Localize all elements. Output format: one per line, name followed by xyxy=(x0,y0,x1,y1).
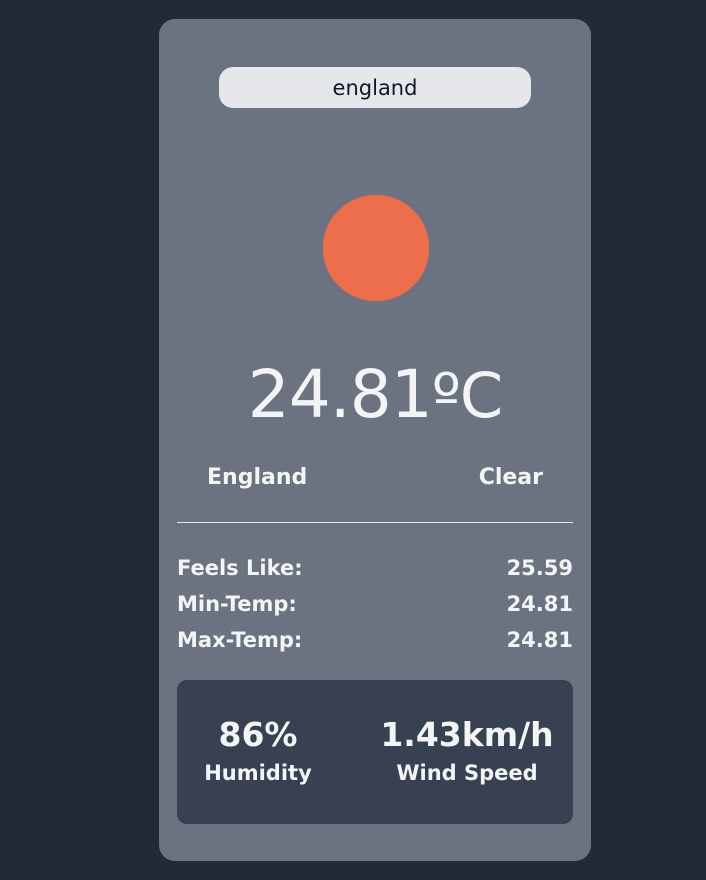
wind-speed-metric: 1.43km/h Wind Speed xyxy=(377,714,557,788)
max-temp-label: Max-Temp: xyxy=(177,628,303,652)
location-name: England xyxy=(207,464,308,490)
humidity-label: Humidity xyxy=(204,761,312,785)
temperature-value: 24.81 xyxy=(247,356,433,433)
divider xyxy=(177,522,573,523)
feels-like-row: Feels Like: 25.59 xyxy=(177,551,573,587)
min-temp-value: 24.81 xyxy=(506,592,573,616)
app-background: 24.81ºC England Clear Feels Like: 25.59 … xyxy=(0,0,706,880)
weather-card: 24.81ºC England Clear Feels Like: 25.59 … xyxy=(159,19,591,861)
metrics-panel: 86% Humidity 1.43km/h Wind Speed xyxy=(177,680,573,824)
min-temp-label: Min-Temp: xyxy=(177,592,297,616)
temperature-display: 24.81ºC xyxy=(159,355,591,436)
sun-icon xyxy=(323,195,429,301)
max-temp-row: Max-Temp: 24.81 xyxy=(177,623,573,659)
min-temp-row: Min-Temp: 24.81 xyxy=(177,587,573,623)
wind-speed-label: Wind Speed xyxy=(396,761,538,785)
wind-speed-value: 1.43km/h xyxy=(380,715,554,754)
max-temp-value: 24.81 xyxy=(506,628,573,652)
city-search-input[interactable] xyxy=(219,67,531,108)
feels-like-value: 25.59 xyxy=(506,556,573,580)
location-row: England Clear xyxy=(207,462,543,492)
humidity-metric: 86% Humidity xyxy=(197,714,319,788)
temperature-details: Feels Like: 25.59 Min-Temp: 24.81 Max-Te… xyxy=(177,551,573,659)
feels-like-label: Feels Like: xyxy=(177,556,303,580)
temperature-unit: ºC xyxy=(431,359,504,432)
weather-condition: Clear xyxy=(478,464,543,490)
humidity-value: 86% xyxy=(218,715,298,754)
